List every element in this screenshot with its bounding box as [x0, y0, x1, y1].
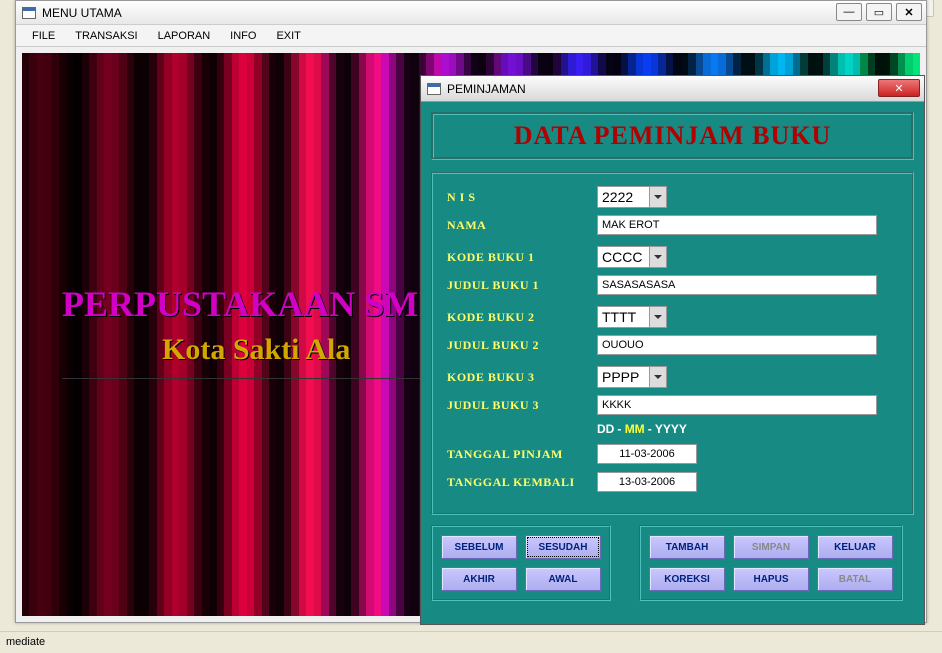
nis-combo[interactable]: 2222: [597, 186, 667, 208]
keluar-button[interactable]: KELUAR: [817, 535, 893, 559]
form-icon: [22, 7, 36, 19]
dialog-heading: DATA PEMINJAM BUKU: [514, 121, 831, 150]
label-kode3: KODE BUKU 3: [447, 370, 597, 385]
status-bar: mediate: [0, 631, 942, 653]
sesudah-button[interactable]: SESUDAH: [525, 535, 601, 559]
close-button[interactable]: ✕: [896, 3, 922, 21]
date-format-hint: DD - MM - YYYY: [597, 422, 898, 437]
judul2-field[interactable]: OUOUO: [597, 335, 877, 355]
menu-info[interactable]: INFO: [222, 27, 264, 45]
label-judul3: JUDUL BUKU 3: [447, 398, 597, 413]
dialog-title: PEMINJAMAN: [447, 82, 526, 96]
label-kode1: KODE BUKU 1: [447, 250, 597, 265]
bg-heading-2: Kota Sakti Ala: [162, 333, 350, 367]
menu-exit[interactable]: EXIT: [268, 27, 308, 45]
menu-file[interactable]: FILE: [24, 27, 63, 45]
judul1-field[interactable]: SASASASASA: [597, 275, 877, 295]
nav-button-panel: SEBELUM SESUDAH AKHIR AWAL: [431, 525, 611, 601]
form-icon: [427, 83, 441, 95]
koreksi-button[interactable]: KOREKSI: [649, 567, 725, 591]
menu-transaksi[interactable]: TRANSAKSI: [67, 27, 145, 45]
tgl-kembali-field[interactable]: 13-03-2006: [597, 472, 697, 492]
minimize-button[interactable]: —: [836, 3, 862, 21]
kode2-combo[interactable]: TTTT: [597, 306, 667, 328]
awal-button[interactable]: AWAL: [525, 567, 601, 591]
form-panel: N I S 2222 NAMA MAK EROT KODE BUKU 1 CCC…: [431, 172, 914, 515]
label-kode2: KODE BUKU 2: [447, 310, 597, 325]
label-judul1: JUDUL BUKU 1: [447, 278, 597, 293]
judul3-field[interactable]: KKKK: [597, 395, 877, 415]
main-title: MENU UTAMA: [42, 6, 122, 20]
dialog-close-button[interactable]: ✕: [878, 79, 920, 97]
label-tgl-kembali: TANGGAL KEMBALI: [447, 475, 597, 490]
akhir-button[interactable]: AKHIR: [441, 567, 517, 591]
label-nis: N I S: [447, 190, 597, 205]
peminjaman-dialog: PEMINJAMAN ✕ DATA PEMINJAM BUKU N I S 22…: [420, 75, 925, 625]
menu-laporan[interactable]: LAPORAN: [150, 27, 219, 45]
batal-button[interactable]: BATAL: [817, 567, 893, 591]
sebelum-button[interactable]: SEBELUM: [441, 535, 517, 559]
hapus-button[interactable]: HAPUS: [733, 567, 809, 591]
maximize-button[interactable]: ▭: [866, 3, 892, 21]
simpan-button[interactable]: SIMPAN: [733, 535, 809, 559]
label-tgl-pinjam: TANGGAL PINJAM: [447, 447, 597, 462]
bg-heading-1: PERPUSTAKAAN SMI: [62, 283, 432, 325]
main-titlebar: MENU UTAMA — ▭ ✕: [16, 1, 926, 25]
action-button-panel: TAMBAH SIMPAN KELUAR KOREKSI HAPUS BATAL: [639, 525, 903, 601]
tambah-button[interactable]: TAMBAH: [649, 535, 725, 559]
tgl-pinjam-field[interactable]: 11-03-2006: [597, 444, 697, 464]
main-menubar: FILE TRANSAKSI LAPORAN INFO EXIT: [16, 25, 926, 47]
nama-field[interactable]: MAK EROT: [597, 215, 877, 235]
kode3-combo[interactable]: PPPP: [597, 366, 667, 388]
label-judul2: JUDUL BUKU 2: [447, 338, 597, 353]
dialog-titlebar: PEMINJAMAN ✕: [421, 76, 924, 102]
label-nama: NAMA: [447, 218, 597, 233]
dialog-heading-panel: DATA PEMINJAM BUKU: [431, 112, 914, 160]
kode1-combo[interactable]: CCCC: [597, 246, 667, 268]
